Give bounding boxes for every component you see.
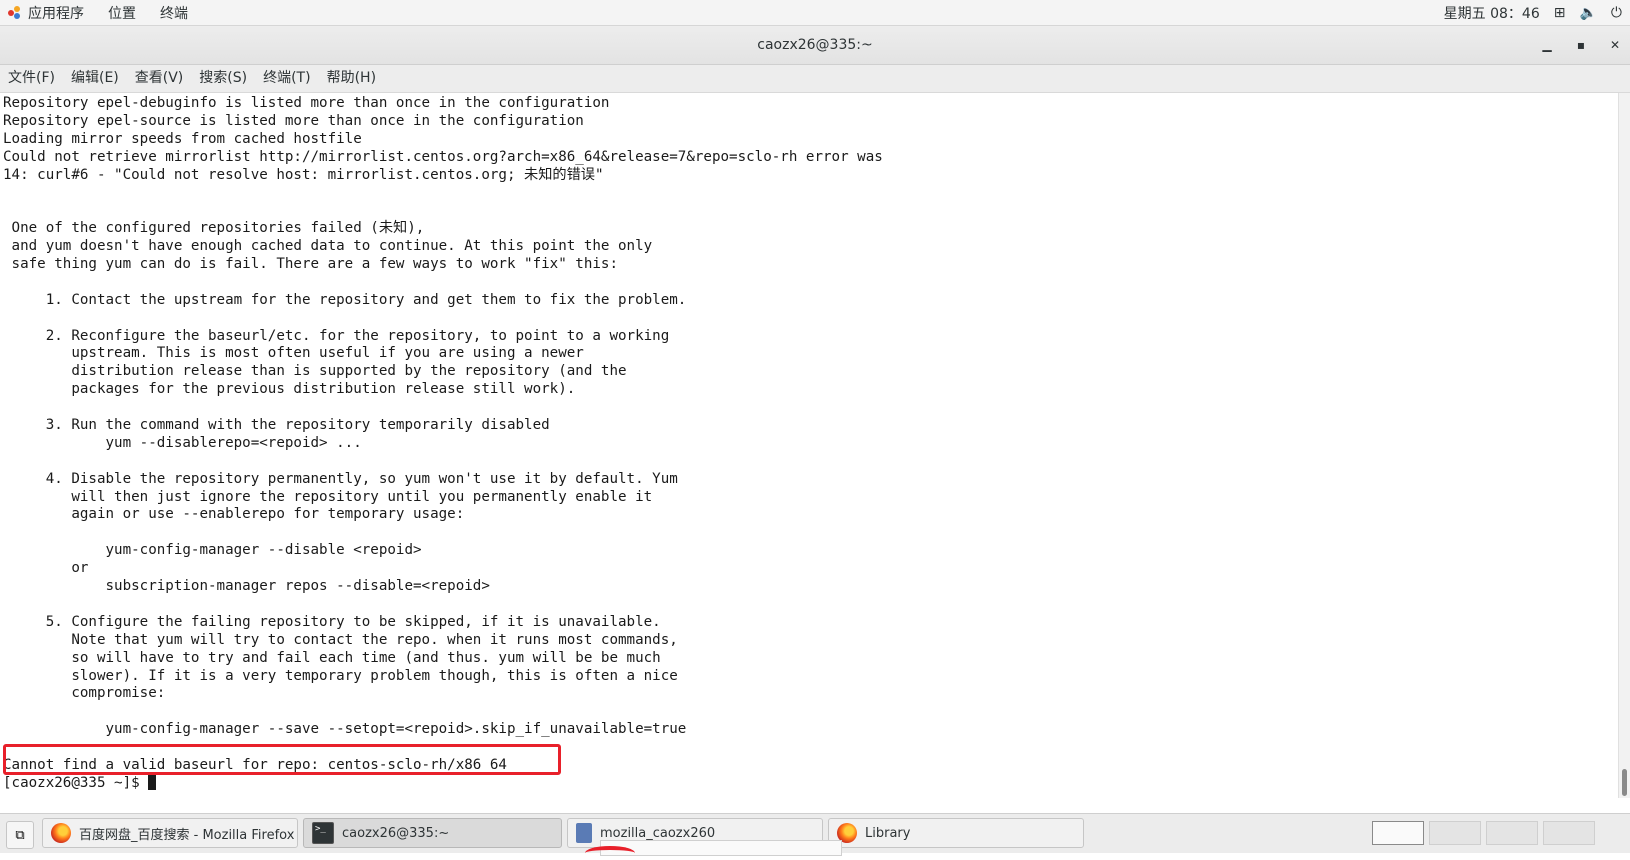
workspace-4[interactable]: [1543, 821, 1595, 845]
terminal-line: Loading mirror speeds from cached hostfi…: [3, 130, 362, 147]
terminal-app-menu[interactable]: 终端: [148, 0, 200, 25]
terminal-line: One of the configured repositories faile…: [3, 220, 425, 237]
document-icon: [576, 823, 592, 843]
task-label: caozx26@335:~: [342, 825, 450, 841]
menu-view[interactable]: 查看(V): [127, 65, 192, 92]
terminal-line: distribution release than is supported b…: [3, 363, 627, 380]
menu-terminal[interactable]: 终端(T): [255, 65, 318, 92]
terminal-line: Note that yum will try to contact the re…: [3, 631, 678, 648]
task-label: 百度网盘_百度搜索 - Mozilla Firefox: [79, 827, 295, 843]
workspace-2[interactable]: [1429, 821, 1481, 845]
menu-help[interactable]: 帮助(H): [319, 65, 384, 92]
clock[interactable]: 星期五 08：46: [1444, 3, 1540, 23]
terminal-line: again or use --enablerepo for temporary …: [3, 506, 465, 523]
task-label: mozilla_caozx260: [600, 825, 716, 841]
applications-icon[interactable]: [8, 5, 22, 20]
terminal-prompt-line: [caozx26@335 ~]$: [3, 774, 883, 793]
terminal-line: Repository epel-source is listed more th…: [3, 112, 584, 129]
task-library[interactable]: Library: [828, 818, 1084, 848]
terminal-line: packages for the previous distribution r…: [3, 381, 576, 398]
menu-bar: 文件(F) 编辑(E) 查看(V) 搜索(S) 终端(T) 帮助(H): [0, 65, 1630, 93]
menu-search[interactable]: 搜索(S): [191, 65, 255, 92]
terminal-line: 1. Contact the upstream for the reposito…: [3, 291, 687, 308]
places-menu[interactable]: 位置: [96, 0, 148, 25]
terminal-line: subscription-manager repos --disable=<re…: [3, 578, 490, 595]
maximize-button[interactable]: ▪: [1572, 36, 1590, 54]
menu-file[interactable]: 文件(F): [0, 65, 63, 92]
firefox-icon: [51, 823, 71, 843]
desktop-icon: ⧉: [15, 827, 25, 843]
red-annotation-mark: [585, 846, 635, 860]
power-icon[interactable]: ⏻: [1611, 5, 1622, 21]
terminal-line: Cannot find a valid baseurl for repo: ce…: [3, 756, 507, 773]
terminal-line: yum-config-manager --save --setopt=<repo…: [3, 721, 687, 738]
terminal-line: safe thing yum can do is fail. There are…: [3, 256, 618, 273]
network-icon[interactable]: ⊞: [1554, 5, 1566, 21]
terminal-line: 5. Configure the failing repository to b…: [3, 613, 661, 630]
task-firefox-baidu[interactable]: 百度网盘_百度搜索 - Mozilla Firefox: [42, 818, 298, 848]
show-desktop-button[interactable]: ⧉: [6, 821, 34, 849]
terminal-line: Could not retrieve mirrorlist http://mir…: [3, 148, 883, 165]
shell-prompt: [caozx26@335 ~]$: [3, 774, 149, 791]
terminal-line: or: [3, 560, 89, 577]
overlay-popup-edge: [600, 840, 842, 856]
terminal-line: upstream. This is most often useful if y…: [3, 345, 584, 362]
applications-menu[interactable]: 应用程序: [16, 0, 96, 25]
terminal-line: 4. Disable the repository permanently, s…: [3, 470, 678, 487]
top-panel: 应用程序 位置 终端 星期五 08：46 ⊞ 🔈 ⏻: [0, 0, 1630, 26]
window-titlebar[interactable]: caozx26@335:~ ▁ ▪ ✕: [0, 26, 1630, 65]
terminal-text: Repository epel-debuginfo is listed more…: [3, 95, 883, 793]
terminal-line: so will have to try and fail each time (…: [3, 649, 661, 666]
terminal-line: slower). If it is a very temporary probl…: [3, 667, 678, 684]
terminal-line: Repository epel-debuginfo is listed more…: [3, 95, 610, 111]
window-title: caozx26@335:~: [757, 37, 873, 53]
terminal-line: compromise:: [3, 685, 166, 702]
terminal-line: yum-config-manager --disable <repoid>: [3, 542, 422, 559]
task-terminal[interactable]: caozx26@335:~: [303, 818, 562, 848]
terminal-icon: [312, 822, 334, 844]
task-label: Library: [865, 825, 911, 841]
terminal-output[interactable]: Repository epel-debuginfo is listed more…: [0, 93, 1618, 798]
volume-icon[interactable]: 🔈: [1579, 5, 1596, 21]
text-cursor: [148, 774, 157, 790]
menu-edit[interactable]: 编辑(E): [63, 65, 127, 92]
terminal-line: and yum doesn't have enough cached data …: [3, 238, 653, 255]
workspace-3[interactable]: [1486, 821, 1538, 845]
close-button[interactable]: ✕: [1606, 36, 1624, 54]
minimize-button[interactable]: ▁: [1538, 36, 1556, 54]
terminal-line: 14: curl#6 - "Could not resolve host: mi…: [3, 166, 604, 183]
system-tray: 星期五 08：46 ⊞ 🔈 ⏻: [1444, 0, 1622, 25]
scrollbar-thumb[interactable]: [1622, 769, 1627, 796]
terminal-line: yum --disablerepo=<repoid> ...: [3, 434, 362, 451]
terminal-line: will then just ignore the repository unt…: [3, 488, 653, 505]
workspace-1[interactable]: [1372, 821, 1424, 845]
terminal-scrollbar[interactable]: [1618, 93, 1630, 798]
terminal-line: 2. Reconfigure the baseurl/etc. for the …: [3, 327, 670, 344]
terminal-line: 3. Run the command with the repository t…: [3, 417, 550, 434]
